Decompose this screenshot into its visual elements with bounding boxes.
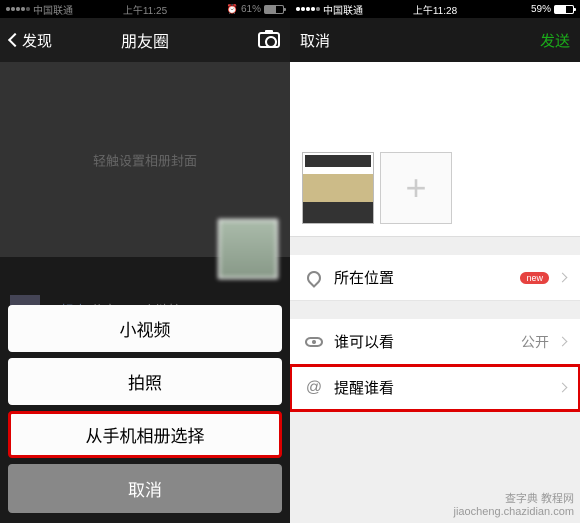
location-icon — [304, 268, 324, 288]
chevron-left-icon — [8, 33, 22, 47]
eye-icon — [305, 337, 323, 347]
action-sheet: 小视频 拍照 从手机相册选择 取消 — [0, 297, 290, 523]
action-choose-from-album[interactable]: 从手机相册选择 — [8, 411, 282, 458]
chevron-right-icon — [558, 337, 568, 347]
location-label: 所在位置 — [334, 267, 510, 288]
attached-image-thumb[interactable] — [302, 152, 374, 224]
nav-bar: 发现 朋友圈 — [0, 18, 290, 62]
signal-dots-icon — [6, 7, 30, 11]
camera-icon[interactable] — [258, 32, 280, 48]
action-short-video[interactable]: 小视频 — [8, 305, 282, 352]
page-title: 朋友圈 — [121, 28, 169, 52]
back-label: 发现 — [22, 30, 52, 51]
mention-label: 提醒谁看 — [334, 377, 549, 398]
send-button[interactable]: 发送 — [540, 30, 570, 51]
action-take-photo[interactable]: 拍照 — [8, 358, 282, 405]
watermark: 查字典 教程网 jiaocheng.chazidian.com — [454, 493, 574, 519]
status-bar: 中国联通 上午11:25 ⏰ 61% — [0, 0, 290, 18]
cover-hint: 轻触设置相册封面 — [93, 150, 197, 169]
cancel-button[interactable]: 取消 — [300, 30, 330, 51]
row-visibility[interactable]: 谁可以看 公开 — [290, 319, 580, 365]
signal-dots-icon — [296, 7, 320, 11]
visibility-label: 谁可以看 — [334, 331, 511, 352]
alarm-icon: ⏰ — [227, 4, 238, 15]
action-cancel[interactable]: 取消 — [8, 464, 282, 513]
at-icon: @ — [306, 379, 322, 397]
battery-icon — [264, 5, 284, 14]
nav-bar: 取消 发送 — [290, 18, 580, 62]
status-time: 上午11:25 — [123, 2, 167, 17]
compose-text-area[interactable] — [290, 62, 580, 152]
carrier-label: 中国联通 — [33, 2, 73, 17]
add-image-button[interactable]: + — [380, 152, 452, 224]
carrier-label: 中国联通 — [323, 2, 363, 17]
row-location[interactable]: 所在位置 new — [290, 255, 580, 301]
avatar[interactable] — [218, 219, 278, 279]
battery-label: 61% — [241, 4, 261, 15]
battery-label: 59% — [531, 4, 551, 15]
new-badge: new — [520, 272, 549, 284]
chevron-right-icon — [558, 383, 568, 393]
image-attachments: + — [290, 152, 580, 237]
cover-area[interactable]: 轻触设置相册封面 — [0, 62, 290, 257]
visibility-value: 公开 — [521, 332, 549, 352]
status-time: 上午11:28 — [413, 2, 457, 17]
status-bar: 中国联通 上午11:28 59% — [290, 0, 580, 18]
back-button[interactable]: 发现 — [10, 30, 52, 51]
row-mention[interactable]: @ 提醒谁看 — [290, 365, 580, 411]
chevron-right-icon — [558, 273, 568, 283]
battery-icon — [554, 5, 574, 14]
